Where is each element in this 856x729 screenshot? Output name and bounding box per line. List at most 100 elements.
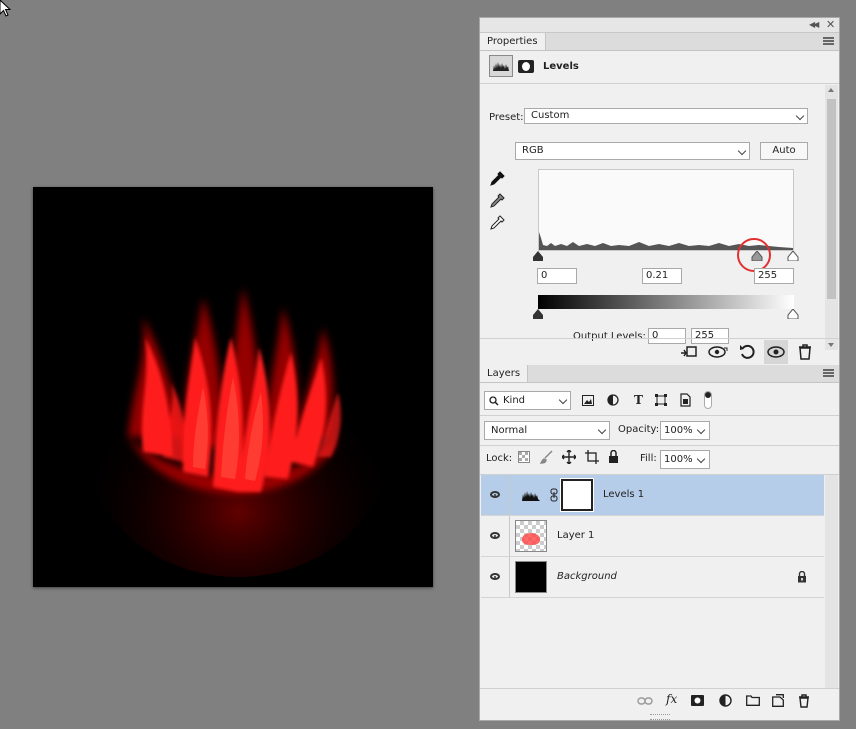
filter-kind-dropdown[interactable]: Kind [484, 391, 571, 410]
eyedropper-white-icon[interactable] [489, 215, 505, 231]
tab-layers[interactable]: Layers [480, 365, 529, 382]
close-icon[interactable]: ✕ [826, 18, 835, 31]
eyedropper-black-icon[interactable] [489, 171, 505, 187]
smart-object-filter-icon[interactable] [680, 393, 691, 407]
visibility-toggle[interactable] [764, 340, 788, 364]
histogram-icon [522, 491, 540, 501]
collapse-double-chevron-icon[interactable]: ◀◀ [809, 20, 819, 29]
image-filter-icon[interactable] [582, 395, 594, 406]
lock-all-icon[interactable] [608, 450, 619, 463]
output-white-slider[interactable] [787, 309, 799, 319]
chevron-down-icon [737, 146, 747, 156]
auto-button[interactable]: Auto [760, 142, 808, 160]
clip-to-layer-icon[interactable] [680, 345, 698, 359]
adjustment-filter-icon[interactable] [607, 394, 619, 406]
trash-icon[interactable] [798, 694, 810, 708]
document-canvas[interactable] [33, 187, 433, 587]
visibility-icon [767, 346, 785, 358]
chevron-down-icon [795, 111, 805, 121]
panel-menu-icon[interactable] [823, 37, 834, 45]
panel-menu-icon[interactable] [823, 369, 834, 377]
filter-row-divider [480, 415, 839, 416]
layers-footer: fx [480, 688, 839, 713]
input-white-field[interactable]: 255 [754, 268, 794, 284]
channel-dropdown[interactable]: RGB [515, 142, 750, 160]
opacity-value: 100% [664, 425, 693, 436]
chevron-down-icon [597, 425, 607, 435]
search-icon [489, 396, 499, 406]
input-black-field[interactable]: 0 [537, 268, 577, 284]
lock-label: Lock: [486, 453, 513, 464]
filter-kind-value: Kind [503, 395, 526, 406]
layer-row-levels[interactable]: Levels 1 [481, 475, 824, 516]
highlight-circle [737, 238, 771, 272]
layer-thumbnail [515, 561, 547, 593]
type-filter-icon[interactable]: T [634, 393, 643, 407]
properties-tabbar: Properties [480, 33, 839, 51]
chevron-down-icon [558, 395, 568, 405]
layers-tabbar: Layers [480, 365, 839, 383]
lock-artboard-icon[interactable] [585, 450, 599, 464]
mask-icon[interactable] [518, 60, 534, 73]
layer-row-background[interactable]: Background [481, 557, 824, 598]
eyedropper-gray-icon[interactable] [489, 193, 505, 209]
dock-title-strip: ◀◀ ✕ [480, 18, 839, 33]
fill-field[interactable]: 100% [660, 450, 710, 469]
visibility-icon[interactable] [490, 532, 500, 539]
properties-footer [480, 338, 839, 365]
link-icon[interactable] [637, 696, 653, 706]
preset-dropdown[interactable]: Custom [524, 108, 808, 124]
histogram-icon[interactable] [489, 55, 513, 77]
filter-toggle-icon[interactable] [704, 391, 712, 409]
new-layer-icon[interactable] [772, 694, 784, 707]
layers-panel: Layers Kind T Normal Opacity: 100% Lock:… [480, 365, 839, 720]
flame-artwork [33, 187, 433, 587]
opacity-row-divider [480, 445, 839, 446]
preset-label: Preset: [489, 112, 524, 123]
input-black-slider[interactable] [532, 251, 544, 261]
add-mask-icon[interactable] [691, 695, 704, 706]
preset-value: Custom [531, 110, 570, 121]
visibility-icon[interactable] [490, 491, 500, 498]
layer-name: Layer 1 [557, 530, 595, 541]
panel-title: Levels [543, 61, 579, 72]
layer-name: Background [557, 571, 617, 582]
view-previous-icon[interactable] [708, 345, 728, 359]
blend-mode-dropdown[interactable]: Normal [484, 421, 610, 440]
opacity-label: Opacity: [618, 424, 660, 435]
opacity-field[interactable]: 100% [660, 421, 710, 440]
new-adjustment-icon[interactable] [719, 694, 732, 707]
trash-icon[interactable] [798, 344, 812, 360]
blend-mode-value: Normal [491, 425, 528, 436]
panel-dock: ◀◀ ✕ Properties Levels Preset: Custom RG… [479, 17, 840, 721]
layer-mask-thumbnail[interactable] [560, 478, 594, 512]
new-group-icon[interactable] [746, 695, 760, 706]
lock-position-icon[interactable] [562, 450, 576, 464]
fill-label: Fill: [640, 453, 657, 464]
visibility-icon[interactable] [490, 573, 500, 580]
shape-filter-icon[interactable] [655, 394, 667, 406]
properties-scrollbar[interactable] [825, 85, 838, 350]
channel-value: RGB [522, 145, 544, 156]
chevron-down-icon [696, 454, 706, 464]
tab-properties[interactable]: Properties [480, 33, 546, 50]
reset-icon[interactable] [739, 344, 755, 360]
lock-transparent-icon[interactable] [518, 451, 530, 463]
input-gamma-field[interactable]: 0.21 [642, 268, 682, 284]
layer-row-layer1[interactable]: Layer 1 [481, 516, 824, 557]
fill-value: 100% [664, 454, 693, 465]
layers-scrollbar[interactable] [825, 475, 838, 688]
lock-icon[interactable] [797, 571, 807, 583]
layer-name: Levels 1 [603, 489, 645, 500]
cursor-arrow-icon [0, 0, 12, 17]
properties-panel: Properties Levels Preset: Custom RGB Aut… [480, 33, 839, 363]
input-white-slider[interactable] [787, 251, 799, 261]
fx-icon[interactable]: fx [666, 692, 677, 706]
chevron-down-icon [696, 425, 706, 435]
output-gradient [538, 295, 794, 309]
output-black-slider[interactable] [532, 309, 544, 319]
link-icon[interactable] [550, 488, 558, 502]
properties-header: Levels [480, 51, 839, 84]
dock-resize-grip[interactable] [650, 714, 670, 720]
lock-paint-icon[interactable] [540, 450, 553, 464]
